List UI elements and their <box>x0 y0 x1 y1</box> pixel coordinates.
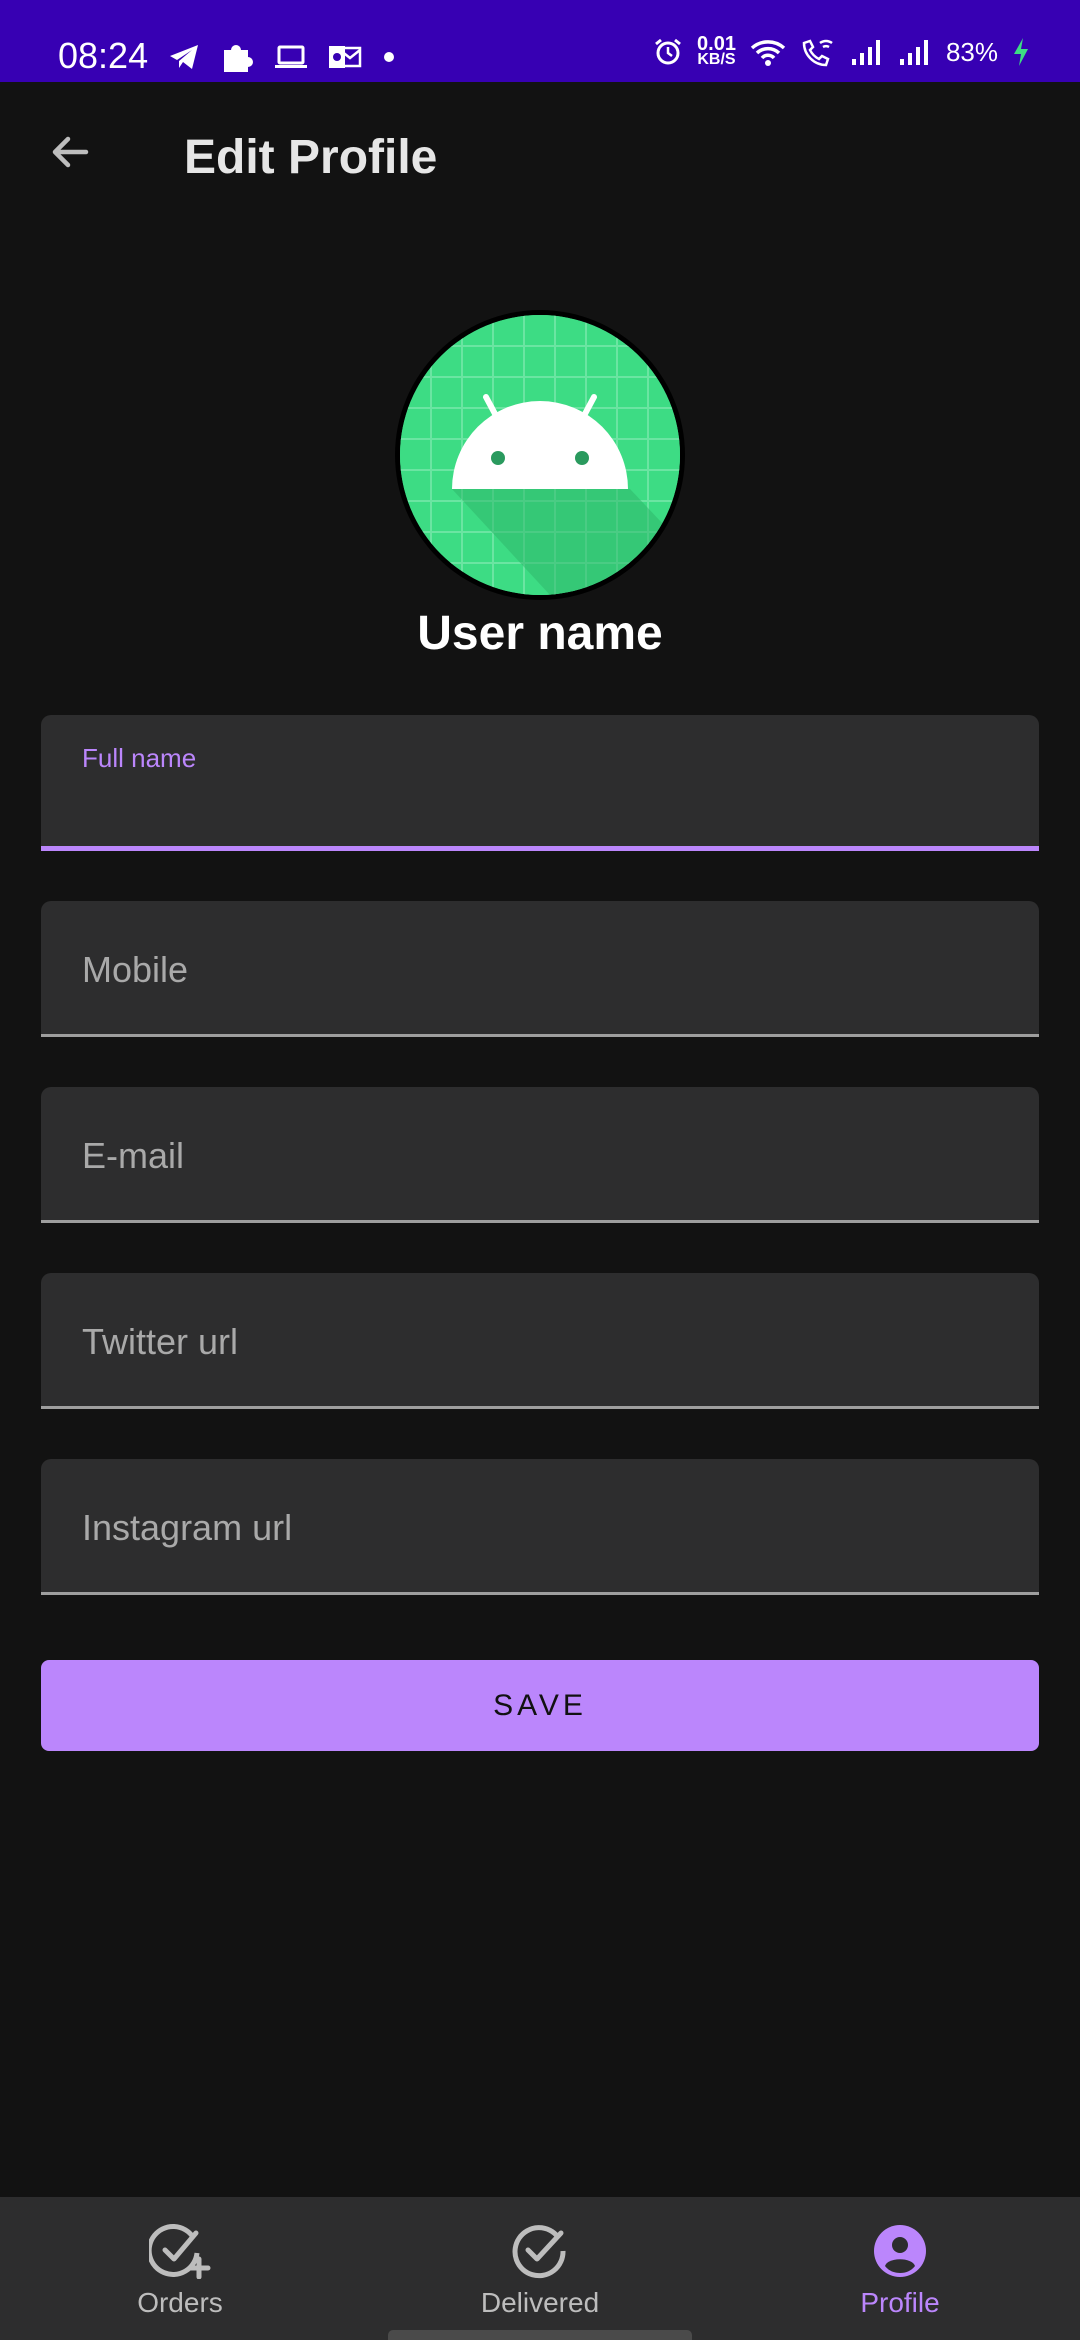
puzzle-icon <box>224 45 253 72</box>
outlook-icon <box>329 46 362 68</box>
mobile-placeholder: Mobile <box>82 949 189 990</box>
wifi-icon <box>750 40 786 66</box>
alarm-icon <box>655 38 681 65</box>
full-name-label: Full name <box>82 743 197 773</box>
full-name-field[interactable]: Full name <box>41 715 1039 851</box>
email-placeholder: E-mail <box>82 1135 185 1176</box>
status-left-icons <box>168 40 394 74</box>
signal-icon <box>899 40 928 65</box>
wifi-calling-icon <box>802 39 833 67</box>
account-circle-icon <box>874 2225 926 2277</box>
nav-label-delivered: Delivered <box>480 2287 600 2318</box>
instagram-url-field[interactable]: Instagram url <box>41 1459 1039 1595</box>
status-right-icons: 0.01 KB/S 83% <box>653 33 1030 68</box>
email-field[interactable]: E-mail <box>41 1087 1039 1223</box>
status-time: 08:24 <box>58 35 149 76</box>
battery-percentage: 83% <box>945 36 998 67</box>
check-circle-icon <box>512 2225 566 2279</box>
mobile-field[interactable]: Mobile <box>41 901 1039 1037</box>
twitter-url-field[interactable]: Twitter url <box>41 1273 1039 1409</box>
network-speed-unit: KB/S <box>697 51 736 68</box>
back-button[interactable] <box>40 122 100 182</box>
user-name: User name <box>417 607 663 660</box>
telegram-icon <box>170 45 198 69</box>
nav-item-orders[interactable]: Orders <box>0 2197 360 2340</box>
save-button[interactable]: SAVE <box>41 1660 1039 1751</box>
android-robot-icon <box>400 315 680 595</box>
nav-label-profile: Profile <box>860 2287 940 2318</box>
bottom-navigation: Orders Delivered Profile <box>0 2197 1080 2340</box>
home-indicator[interactable] <box>388 2330 692 2340</box>
nav-item-delivered[interactable]: Delivered <box>360 2197 720 2340</box>
signal-icon <box>851 40 880 65</box>
status-bar: 08:24 0.01 KB/S 83% <box>0 0 1080 82</box>
notification-dot-icon <box>384 52 394 62</box>
check-circle-plus-icon <box>149 2223 211 2279</box>
avatar[interactable] <box>395 310 685 600</box>
network-speed-value: 0.01 <box>697 33 736 55</box>
nav-label-orders: Orders <box>137 2287 223 2318</box>
battery-charging-icon <box>1014 38 1028 66</box>
instagram-url-placeholder: Instagram url <box>82 1507 293 1548</box>
avatar-image <box>400 315 680 595</box>
arrow-back-icon <box>52 136 89 168</box>
network-speed: 0.01 KB/S <box>697 33 736 68</box>
laptop-icon <box>275 45 307 68</box>
twitter-url-placeholder: Twitter url <box>82 1321 239 1362</box>
nav-item-profile[interactable]: Profile <box>720 2197 1080 2340</box>
page-title: Edit Profile <box>184 131 438 184</box>
app-bar: Edit Profile <box>0 82 1080 232</box>
